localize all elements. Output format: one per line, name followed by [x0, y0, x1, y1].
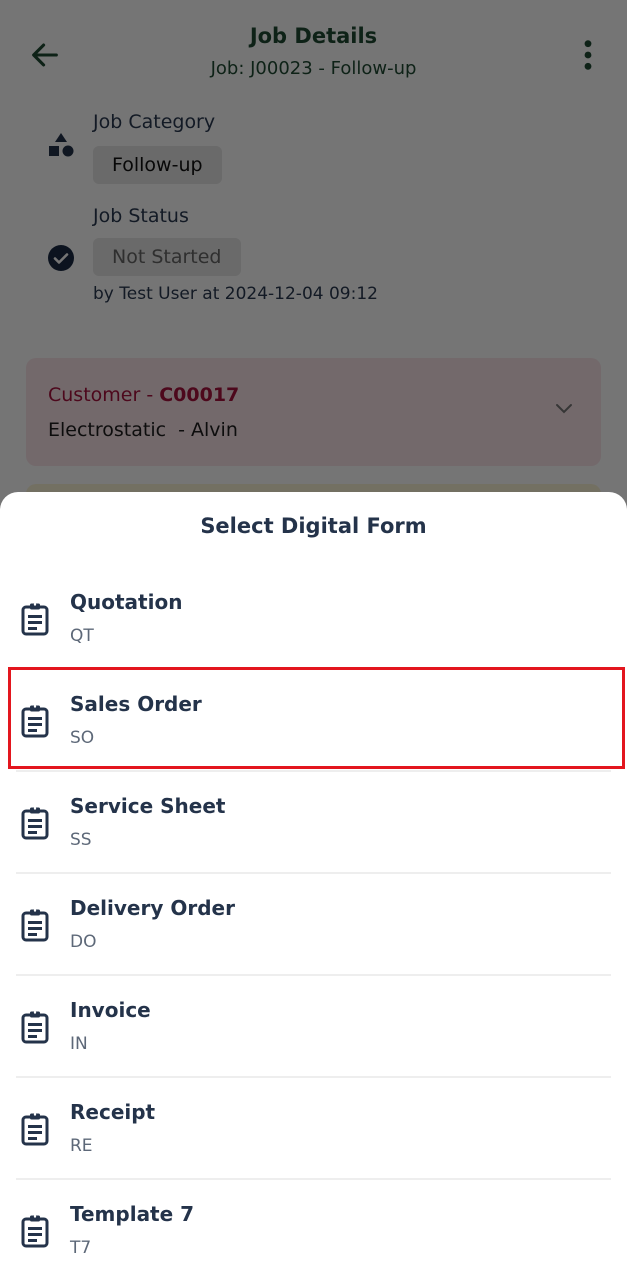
- form-name: Quotation: [70, 590, 183, 614]
- form-name: Receipt: [70, 1100, 156, 1124]
- form-list-item[interactable]: Service Sheet SS: [16, 772, 611, 874]
- clipboard-icon: [21, 807, 49, 840]
- form-name: Template 7: [70, 1202, 195, 1226]
- form-name: Invoice: [70, 998, 151, 1022]
- clipboard-icon: [21, 1215, 49, 1248]
- highlight-box: [8, 667, 625, 769]
- form-list-item[interactable]: Template 7 T7: [16, 1180, 611, 1282]
- clipboard-icon: [21, 909, 49, 942]
- form-code: SS: [70, 830, 92, 850]
- form-code: QT: [70, 626, 94, 646]
- form-code: T7: [70, 1238, 92, 1258]
- sheet-title: Select Digital Form: [200, 514, 427, 538]
- clipboard-icon: [21, 603, 49, 636]
- clipboard-icon: [21, 1113, 49, 1146]
- form-list-item[interactable]: Receipt RE: [16, 1078, 611, 1180]
- select-digital-form-sheet: Select Digital Form Quotation QT Sales O…: [0, 492, 627, 1280]
- form-code: RE: [70, 1136, 93, 1156]
- form-list-item[interactable]: Quotation QT: [16, 568, 611, 670]
- form-list-item[interactable]: Delivery Order DO: [16, 874, 611, 976]
- clipboard-icon: [21, 1011, 49, 1044]
- form-code: DO: [70, 932, 97, 952]
- form-name: Delivery Order: [70, 896, 235, 920]
- form-code: IN: [70, 1034, 88, 1054]
- form-list-item[interactable]: Invoice IN: [16, 976, 611, 1078]
- form-name: Service Sheet: [70, 794, 226, 818]
